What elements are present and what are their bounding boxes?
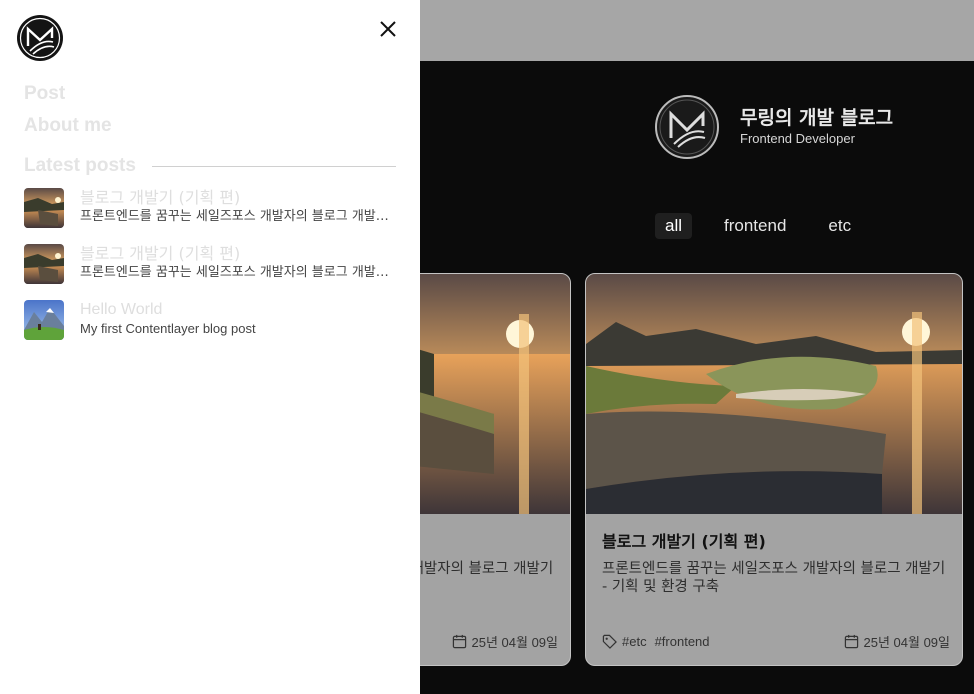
latest-post-item[interactable]: Hello World My first Contentlayer blog p… — [24, 300, 396, 342]
divider — [151, 165, 396, 167]
nav-link-about-me[interactable]: About me — [24, 115, 112, 137]
post-description: My first Contentlayer blog post — [80, 321, 256, 336]
tag-icon — [602, 634, 617, 649]
brand-title: 무링의 개발 블로그 — [740, 107, 894, 129]
latest-posts-header: Latest posts — [24, 155, 396, 177]
card-image — [586, 274, 962, 514]
m-logo-icon[interactable] — [16, 14, 64, 62]
nav-link-post[interactable]: Post — [24, 83, 65, 105]
close-icon[interactable] — [376, 17, 400, 41]
calendar-icon — [844, 634, 858, 649]
brand-header[interactable]: 무링의 개발 블로그 Frontend Developer — [654, 94, 893, 160]
post-card[interactable]: 블로그 개발기 (기획 편) 프론트엔드를 꿈꾸는 세일즈포스 개발자의 블로그… — [585, 273, 963, 666]
card-tag[interactable]: #etc — [622, 634, 647, 649]
post-description: 프론트엔드를 꿈꾸는 세일즈포스 개발자의 블로그 개발기 - 기획 및 환경 … — [80, 209, 390, 224]
calendar-icon — [452, 634, 466, 649]
post-title: 블로그 개발기 (기획 편) — [80, 188, 241, 207]
brand-logo-icon — [655, 95, 719, 159]
card-description: 프론트엔드를 꿈꾸는 세일즈포스 개발자의 블로그 개발기 - 기획 및 환경 … — [602, 561, 946, 595]
latest-post-item[interactable]: 블로그 개발기 (기획 편) 프론트엔드를 꿈꾸는 세일즈포스 개발자의 블로그… — [24, 244, 396, 286]
post-description: 프론트엔드를 꿈꾸는 세일즈포스 개발자의 블로그 개발기 - 기획 및 환경 … — [80, 265, 390, 280]
latest-post-item[interactable]: 블로그 개발기 (기획 편) 프론트엔드를 꿈꾸는 세일즈포스 개발자의 블로그… — [24, 188, 396, 230]
post-title: Hello World — [80, 301, 163, 318]
tab-all[interactable]: all — [655, 213, 693, 239]
side-drawer: Post About me Latest posts 블로그 개발기 (기획 편… — [0, 0, 420, 694]
latest-posts-label: Latest posts — [24, 155, 136, 176]
post-thumbnail — [24, 188, 64, 228]
tab-frontend[interactable]: frontend — [714, 213, 796, 239]
category-tabs: all frontend etc — [655, 213, 883, 239]
card-date: 25년 04월 09일 — [863, 635, 950, 650]
post-thumbnail — [24, 300, 64, 340]
post-title: 블로그 개발기 (기획 편) — [80, 244, 241, 263]
card-tag[interactable]: #frontend — [655, 634, 710, 649]
tab-etc[interactable]: etc — [818, 213, 861, 239]
card-title: 블로그 개발기 (기획 편) — [602, 532, 766, 551]
brand-subtitle: Frontend Developer — [740, 131, 855, 146]
post-thumbnail — [24, 244, 64, 284]
card-date: 25년 04월 09일 — [471, 635, 558, 650]
